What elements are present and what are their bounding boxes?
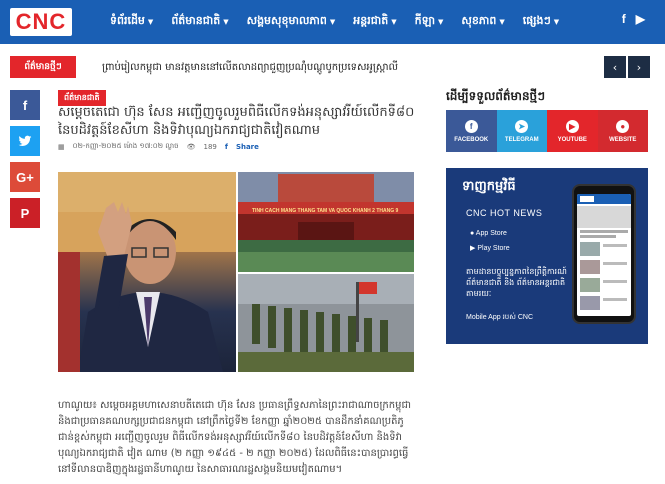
facebook-share-icon[interactable]: f: [225, 143, 228, 151]
nav-label: ផ្សេងៗ: [522, 14, 551, 27]
nav-item-home[interactable]: ទំព័រដើម ▼: [110, 14, 153, 30]
follow-youtube-button[interactable]: ▶ YOUTUBE: [547, 110, 598, 152]
chevron-down-icon: ▼: [438, 18, 444, 26]
nav-item-sports[interactable]: កីឡា ▼: [415, 14, 444, 30]
article-body: ហាណូយ៖ សម្តេចអគ្គមហាសេនាបតីតេជោ ហ៊ុន សែន…: [58, 400, 411, 475]
follow-buttons: f FACEBOOK ➤ TELEGRAM ▶ YOUTUBE ● WEBSIT…: [446, 110, 648, 152]
leader-waving-illustration: [58, 172, 236, 372]
breaking-headline[interactable]: ព្រាប់រៀលកម្ពុជា មានវត្តមាននៅលើតលាដព្យាជ…: [102, 60, 398, 75]
nav-item-social[interactable]: សង្គមសុខុមាលភាព ▼: [247, 14, 336, 30]
chevron-down-icon: ▼: [147, 18, 154, 26]
follow-facebook-button[interactable]: f FACEBOOK: [446, 110, 497, 152]
nav-item-health[interactable]: សុខភាព ▼: [461, 14, 504, 30]
phone-screen: [577, 194, 631, 316]
chevron-down-icon: ▼: [329, 18, 336, 26]
nav-item-international[interactable]: អន្តរជាតិ ▼: [353, 14, 396, 30]
nav-label: កីឡា: [414, 14, 436, 27]
twitter-bird-icon: [18, 135, 32, 147]
follow-label: YOUTUBE: [557, 136, 587, 143]
prev-arrow-icon[interactable]: ‹: [604, 56, 626, 78]
military-parade-illustration: [238, 274, 414, 372]
next-arrow-icon[interactable]: ›: [628, 56, 650, 78]
youtube-icon[interactable]: ▶: [636, 12, 645, 26]
logo-text: CNC: [15, 9, 67, 34]
top-navbar: CNC ទំព័រដើម ▼ ព័ត៌មានជាតិ ▼ សង្គមសុខុមាលភ…: [0, 0, 665, 44]
chevron-down-icon: ▼: [553, 18, 560, 26]
mausoleum-illustration: [238, 172, 414, 272]
breaking-label: ព័ត៌មានថ្មីៗ: [10, 56, 76, 78]
app-store-label: App Store: [475, 230, 507, 237]
parade-photo: [238, 274, 414, 372]
eye-icon: 👁: [186, 143, 196, 151]
app-screenshot-illustration: [577, 194, 631, 310]
calendar-icon: ▦: [58, 143, 65, 151]
apple-icon: ●: [470, 230, 475, 237]
follow-label: WEBSITE: [609, 136, 637, 143]
nav-label: ព័ត៌មានជាតិ: [171, 14, 221, 27]
play-store-link[interactable]: ▶ Play Store: [470, 244, 510, 252]
ad-subtitle: CNC HOT NEWS: [466, 208, 543, 218]
telegram-icon: ➤: [515, 119, 529, 133]
ad-title: ទាញកម្មវិធី: [462, 179, 516, 194]
chevron-down-icon: ▼: [391, 18, 397, 26]
play-store-label: Play Store: [477, 245, 510, 252]
app-download-ad[interactable]: ទាញកម្មវិធី CNC HOT NEWS ● App Store ▶ P…: [446, 168, 648, 344]
share-twitter-icon[interactable]: [10, 126, 40, 156]
share-pinterest-icon[interactable]: P: [10, 198, 40, 228]
follow-title: ដើម្បីទទួលព័ត៌មានថ្មីៗ: [446, 89, 546, 103]
article-meta: ▦ ០២-កញ្ញា-២០២៥ ម៉ោង ១៧:០២ ល្ងាច 👁 189 f…: [58, 142, 259, 152]
facebook-icon[interactable]: f: [622, 12, 626, 26]
chevron-down-icon: ▼: [499, 18, 505, 26]
ceremony-banner-text: TINH CACH MANG THANG TAM VA QUOC KHANH 2…: [252, 208, 399, 214]
nav-item-national[interactable]: ព័ត៌មានជាតិ ▼: [171, 14, 228, 30]
top-social-links: f ▶: [622, 12, 645, 26]
follow-telegram-button[interactable]: ➤ TELEGRAM: [496, 110, 547, 152]
follow-label: TELEGRAM: [504, 136, 539, 143]
breaking-news-bar: ព័ត៌មានថ្មីៗ ព្រាប់រៀលកម្ពុជា មានវត្តមាន…: [10, 56, 650, 78]
article-title: សម្តេចតេជោ ហ៊ុន សែន អញ្ជើញចូលរួមពិធីលើកទ…: [58, 105, 415, 138]
cnc-logo[interactable]: CNC: [10, 8, 72, 36]
view-count: 189: [203, 143, 217, 151]
chevron-down-icon: ▼: [223, 18, 229, 26]
follow-label: FACEBOOK: [454, 136, 489, 143]
nav-label: អន្តរជាតិ: [353, 14, 389, 27]
ad-footer: Mobile App របស់ CNC: [466, 314, 534, 321]
follow-website-button[interactable]: ● WEBSITE: [597, 110, 648, 152]
nav-label: សង្គមសុខុមាលភាព: [246, 14, 327, 27]
share-link[interactable]: Share: [236, 143, 259, 151]
main-nav: ទំព័រដើម ▼ ព័ត៌មានជាតិ ▼ សង្គមសុខុមាលភាព ▼ …: [110, 0, 577, 44]
facebook-icon: f: [464, 119, 478, 133]
nav-label: ទំព័រដើម: [110, 14, 145, 27]
youtube-icon: ▶: [565, 119, 579, 133]
ad-description: តាមដានបច្ចុប្បន្នភាពនៃព្រឹត្តិការណ៍ព័ត៌ម…: [466, 267, 567, 298]
play-store-icon: ▶: [470, 245, 476, 252]
ceremony-stage-photo: TINH CACH MANG THANG TAM VA QUOC KHANH 2…: [238, 172, 414, 272]
article-date: ០២-កញ្ញា-២០២៥ ម៉ោង ១៧:០២ ល្ងាច: [72, 142, 179, 150]
phone-mockup: [572, 184, 636, 324]
website-icon: ●: [616, 119, 630, 133]
app-store-link[interactable]: ● App Store: [470, 230, 507, 237]
nav-label: សុខភាព: [461, 14, 497, 27]
nav-item-other[interactable]: ផ្សេងៗ ▼: [523, 14, 559, 30]
share-google-plus-icon[interactable]: G+: [10, 162, 40, 192]
share-facebook-icon[interactable]: f: [10, 90, 40, 120]
share-column: f G+ P: [10, 90, 40, 234]
main-photo: [58, 172, 236, 372]
